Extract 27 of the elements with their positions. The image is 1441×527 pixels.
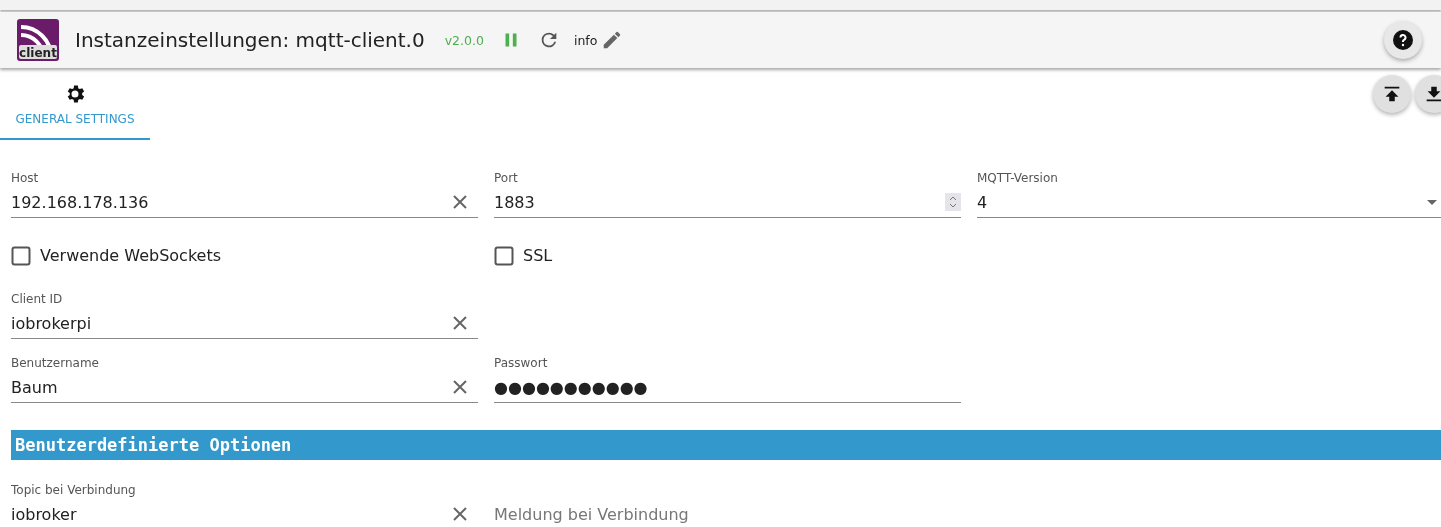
window-title: Instanzeinstellungen: mqtt-client.0 (75, 28, 425, 52)
field-label: Port (494, 171, 519, 187)
input-field[interactable]: Meldung bei Verbindung (494, 504, 961, 524)
field-label: Host (11, 171, 40, 187)
help-icon (1391, 28, 1415, 52)
field-label: Benutzername (11, 356, 100, 372)
info-label: info (573, 32, 598, 48)
field-label: MQTT-Version (977, 171, 1059, 187)
client-logo: client (17, 19, 59, 61)
checkbox[interactable]: SSL (492, 243, 553, 268)
help-button[interactable] (1384, 21, 1422, 59)
field-label: Topic bei Verbindung (11, 483, 137, 499)
upload-button[interactable] (1373, 75, 1411, 113)
input-field[interactable]: iobroker (11, 504, 448, 524)
input-field[interactable]: ●●●●●●●●●●● (494, 377, 961, 397)
input-field[interactable]: Baum (11, 377, 448, 397)
field-label: Client ID (11, 292, 64, 308)
spinner-icon[interactable] (945, 193, 961, 211)
version-label: v2.0.0 (444, 32, 484, 48)
checkbox[interactable]: Verwende WebSockets (9, 243, 222, 268)
input-field[interactable]: iobrokerpi (11, 313, 448, 333)
caret-icon[interactable] (1427, 199, 1437, 205)
section-heading: Benutzerdefinierte Optionen (11, 430, 1441, 460)
field-label: Passwort (494, 356, 549, 372)
input-field[interactable]: 1883 (494, 192, 941, 212)
input-field[interactable]: 192.168.178.136 (11, 192, 448, 212)
select-field[interactable]: 4 (977, 192, 1427, 212)
